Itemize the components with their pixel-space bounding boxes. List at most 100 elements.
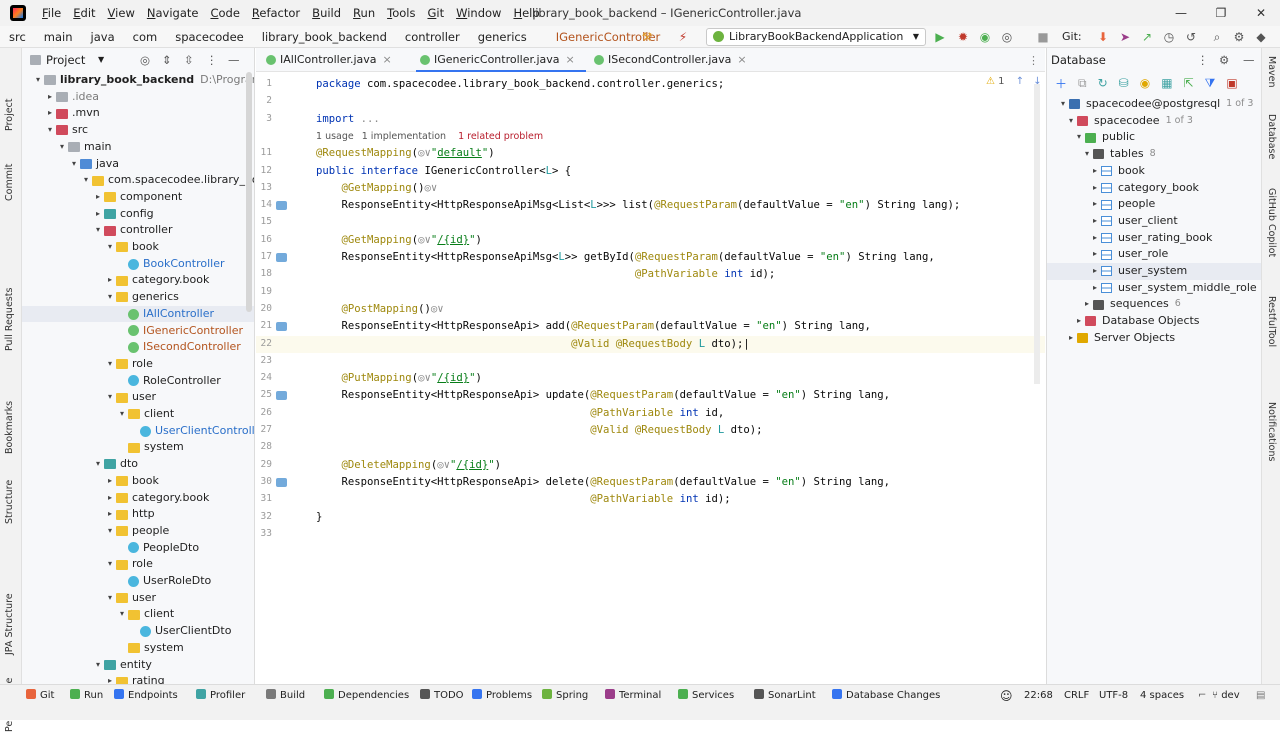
tree-item[interactable]: ▾ client [22,606,174,623]
chevron-down-icon[interactable]: ▾ [92,222,104,239]
copilot-icon[interactable]: ☺ [1000,689,1013,703]
project-panel-title[interactable]: Project [46,48,85,72]
settings-icon[interactable]: ⚙ [1232,30,1246,44]
tree-item[interactable]: ▾ src [22,122,88,139]
menu-view[interactable]: View [102,0,141,26]
tool-services[interactable]: Services [678,689,734,703]
implemented-method-icon[interactable] [276,391,287,401]
tool-database-changes[interactable]: Database Changes [832,689,940,703]
tree-item[interactable]: ▸ config [22,206,154,223]
console-icon[interactable]: ◉ [1140,76,1150,90]
tree-item[interactable]: ▸ component [22,189,182,206]
chevron-right-icon[interactable]: ▸ [1081,296,1093,313]
chevron-down-icon[interactable]: ▾ [92,657,104,674]
tree-item[interactable]: ▾ dto [22,456,138,473]
db-tree-item[interactable]: ▸ Server Objects [1047,330,1175,347]
tree-item[interactable]: PeopleDto [22,540,199,557]
ddl-icon[interactable]: ▣ [1226,76,1237,90]
chevron-down-icon[interactable]: ▾ [104,523,116,540]
options-icon[interactable]: ⋮ [1197,48,1209,72]
settings-icon[interactable]: ⚙ [1219,48,1229,72]
chevron-down-icon[interactable]: ▾ [1065,113,1077,130]
tree-item[interactable]: ▾ java [22,156,119,173]
rollback-icon[interactable]: ↺ [1184,30,1198,44]
chevron-right-icon[interactable]: ▸ [44,89,56,106]
chevron-down-icon[interactable]: ▾ [104,389,116,406]
db-tree-item[interactable]: ▾ spacecodee 1 of 3 [1047,113,1193,130]
chevron-right-icon[interactable]: ▸ [1065,330,1077,347]
jump-to-editor-icon[interactable]: ⇱ [1184,76,1194,90]
tool-terminal[interactable]: Terminal [605,689,661,703]
filter-icon[interactable]: ⧩ [1205,76,1216,91]
tab-igenericcontroller-java[interactable]: IGenericController.java × [416,48,586,72]
usage-hint[interactable]: 1 usage 1 implementation 1 related problem [316,131,543,142]
tree-item[interactable]: IGenericController [22,323,243,340]
chevron-right-icon[interactable]: ▸ [1073,313,1085,330]
vcs-icon[interactable]: ⚡ [676,30,690,44]
tree-item[interactable]: ▾ client [22,406,174,423]
add-icon[interactable]: ＋ [1055,75,1067,92]
minimize-icon[interactable]: — [1172,4,1190,22]
tree-item[interactable]: ▾ book [22,239,159,256]
collapse-all-icon[interactable]: ⇳ [184,48,194,72]
db-tree-item[interactable]: ▸ Database Objects [1047,313,1200,330]
implemented-method-icon[interactable] [276,201,287,211]
caret-position[interactable]: 22:68 [1024,689,1053,703]
git-update-icon[interactable]: ⬇ [1096,30,1110,44]
chevron-down-icon[interactable]: ▾ [68,156,80,173]
tree-item[interactable]: ▸ .mvn [22,105,100,122]
tree-item[interactable]: ▸ http [22,506,155,523]
menu-tools[interactable]: Tools [381,0,421,26]
db-tree-item[interactable]: ▾ tables 8 [1047,146,1156,163]
refresh-icon[interactable]: ↻ [1098,76,1108,90]
tree-item[interactable]: UserRoleDto [22,573,211,590]
build-hammer-icon[interactable]: ⚒ [640,30,654,44]
db-tree-item[interactable]: ▸ sequences 6 [1047,296,1181,313]
breadcrumb-library-book-backend[interactable]: library_book_backend [253,30,396,44]
table-view-icon[interactable]: ▦ [1161,76,1172,90]
maximize-icon[interactable]: ❐ [1212,4,1230,22]
tree-item[interactable]: ▸ category.book [22,272,209,289]
expand-all-icon[interactable]: ⇕ [162,48,172,72]
close-icon[interactable]: ✕ [1252,4,1270,22]
chevron-down-icon[interactable]: ▾ [116,606,128,623]
tab-isecondcontroller-java[interactable]: ISecondController.java × [590,48,758,72]
profile-icon[interactable]: ◎ [1000,30,1014,44]
locate-icon[interactable]: ◎ [140,48,150,72]
tool-window-structure[interactable]: Structure [4,480,15,524]
chevron-right-icon[interactable]: ▸ [92,189,104,206]
schema-icon[interactable]: ⛁ [1119,76,1129,90]
git-push-icon[interactable]: ↗ [1140,30,1154,44]
chevron-down-icon[interactable]: ▾ [56,139,68,156]
db-tree-item[interactable]: ▸ people [1047,196,1155,213]
chevron-down-icon[interactable]: ▾ [1081,146,1093,163]
db-tree-item[interactable]: ▸ user_system_middle_role [1047,280,1257,297]
tool-dependencies[interactable]: Dependencies [324,689,409,703]
chevron-down-icon[interactable]: ▾ [44,122,56,139]
db-tree-item[interactable]: ▸ user_client [1047,213,1178,230]
debug-icon[interactable]: ✹ [956,30,970,44]
tool-window-database[interactable]: Database [1266,114,1277,159]
chevron-right-icon[interactable]: ▸ [104,506,116,523]
tool-window-pull-requests[interactable]: Pull Requests [4,287,15,350]
memory-indicator-icon[interactable]: ▤ [1256,689,1265,703]
close-tab-icon[interactable]: × [566,53,575,66]
tool-run[interactable]: Run [70,689,103,703]
tree-item[interactable]: ▾ generics [22,289,179,306]
tree-item[interactable]: ISecondController [22,339,241,356]
jetbrains-icon[interactable]: ◆ [1254,30,1268,44]
menu-git[interactable]: Git [421,0,450,26]
tree-item[interactable]: ▾ user [22,590,156,607]
chevron-right-icon[interactable]: ▸ [1089,280,1101,297]
coverage-icon[interactable]: ◉ [978,30,992,44]
breadcrumb-main[interactable]: main [35,30,82,44]
db-tree-item[interactable]: ▸ book [1047,163,1145,180]
tree-item[interactable]: ▾ controller [22,222,173,239]
usages-link[interactable]: 1 usage [316,131,354,142]
db-tree-item[interactable]: ▸ user_system [1047,263,1261,280]
chevron-down-icon[interactable]: ▾ [1057,96,1069,113]
chevron-right-icon[interactable]: ▸ [1089,196,1101,213]
chevron-down-icon[interactable]: ▾ [104,239,116,256]
chevron-right-icon[interactable]: ▸ [104,673,116,684]
stop-icon[interactable]: ■ [1036,30,1050,44]
